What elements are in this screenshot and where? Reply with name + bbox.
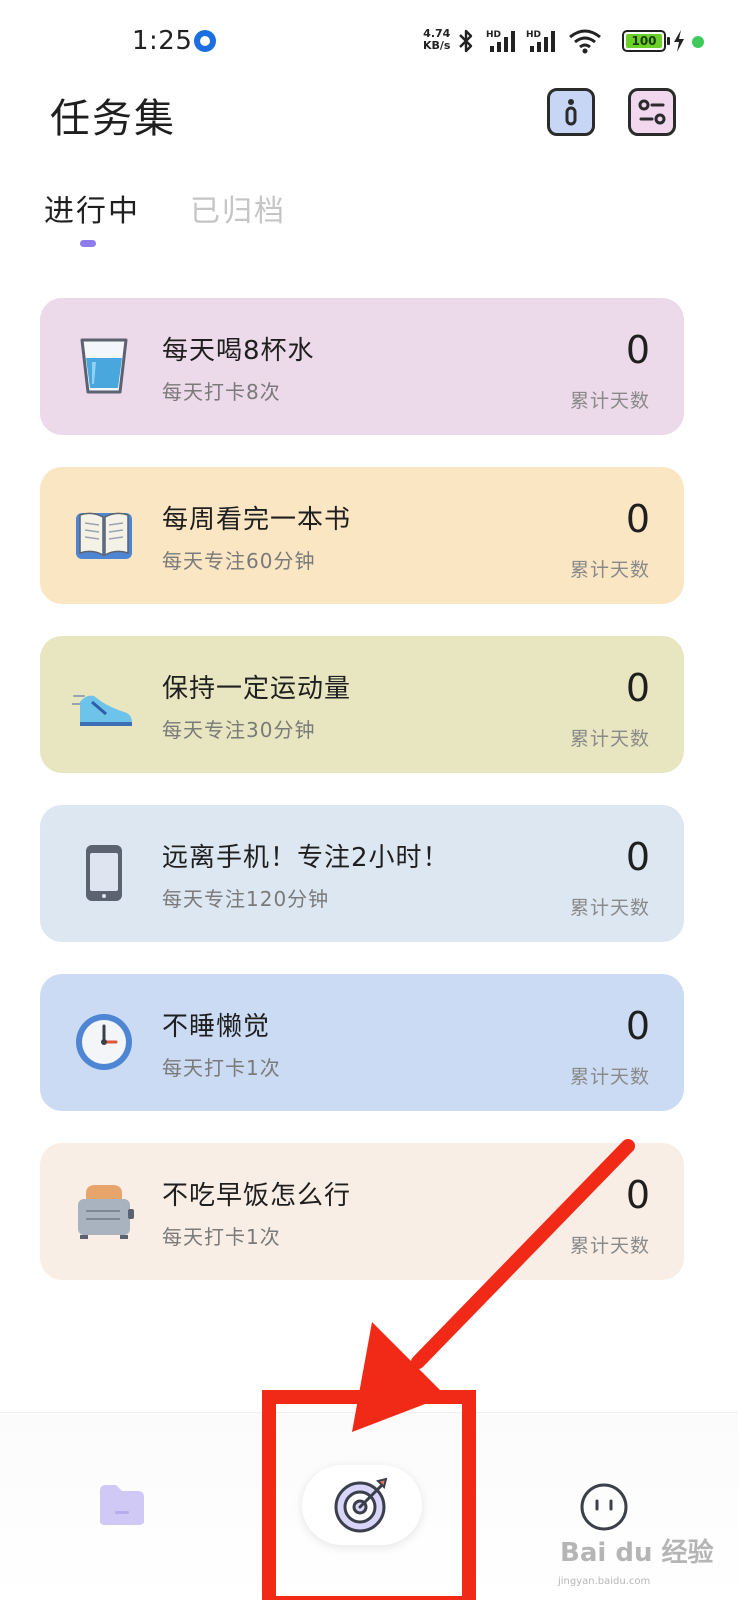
water-glass-icon [80, 338, 128, 394]
tab-archived[interactable]: 已归档 [190, 186, 286, 230]
task-card[interactable]: 不睡懒觉 每天打卡1次 0 累计天数 [40, 974, 684, 1111]
task-name: 每周看完一本书 [162, 505, 352, 535]
task-count-label: 累计天数 [569, 728, 650, 750]
task-count: 0 [625, 1173, 650, 1217]
task-subtitle: 每天专注120分钟 [162, 887, 330, 911]
task-count: 0 [625, 1004, 650, 1048]
phone-icon [86, 845, 122, 901]
task-card[interactable]: 保持一定运动量 每天专注30分钟 0 累计天数 [40, 636, 684, 773]
task-list: 每天喝8杯水 每天打卡8次 0 累计天数 每周看完一本书 每天专注60分钟 0 … [40, 298, 684, 1312]
battery-icon: 100 [622, 30, 670, 52]
signal-2-icon: HD [526, 30, 555, 52]
task-name: 不吃早饭怎么行 [162, 1181, 352, 1211]
task-count-label: 累计天数 [569, 559, 650, 581]
info-button[interactable] [547, 88, 595, 136]
task-name: 远离手机！专注2小时！ [162, 843, 450, 873]
bluetooth-icon [459, 29, 473, 53]
app-notification-icon [194, 30, 216, 52]
settings-icon [638, 99, 666, 125]
task-subtitle: 每天专注30分钟 [162, 718, 316, 742]
task-count: 0 [625, 328, 650, 372]
watermark: Bai du 经验 [560, 1538, 714, 1568]
task-card[interactable]: 每天喝8杯水 每天打卡8次 0 累计天数 [40, 298, 684, 435]
toaster-icon [78, 1185, 134, 1239]
watermark-url: jingyan.baidu.com [558, 1576, 651, 1587]
task-count: 0 [625, 497, 650, 541]
signal-1-icon: HD [486, 30, 515, 52]
status-time: 1:25 [132, 26, 193, 56]
task-count: 0 [625, 666, 650, 710]
task-card[interactable]: 不吃早饭怎么行 每天打卡1次 0 累计天数 [40, 1143, 684, 1280]
task-name: 保持一定运动量 [162, 674, 352, 704]
folder-icon[interactable] [98, 1483, 146, 1527]
settings-button[interactable] [628, 88, 676, 136]
network-speed: 4.74 KB/s [423, 28, 450, 52]
task-subtitle: 每天打卡1次 [162, 1225, 281, 1249]
task-subtitle: 每天专注60分钟 [162, 549, 316, 573]
task-count: 0 [625, 835, 650, 879]
face-icon[interactable] [578, 1481, 630, 1533]
task-name: 不睡懒觉 [162, 1012, 271, 1042]
network-speed-unit: KB/s [423, 39, 451, 52]
page-title: 任务集 [50, 96, 176, 142]
task-count-label: 累计天数 [569, 897, 650, 919]
task-subtitle: 每天打卡1次 [162, 1056, 281, 1080]
task-name: 每天喝8杯水 [162, 336, 315, 366]
task-card[interactable]: 远离手机！专注2小时！ 每天专注120分钟 0 累计天数 [40, 805, 684, 942]
signal-2-label: HD [526, 30, 541, 40]
wifi-icon [569, 29, 601, 54]
charging-icon [674, 30, 684, 52]
status-bar: 1:25 4.74 KB/s HD HD 100 [0, 0, 738, 84]
sneaker-icon [72, 695, 132, 726]
task-card[interactable]: 每周看完一本书 每天专注60分钟 0 累计天数 [40, 467, 684, 604]
signal-1-label: HD [486, 30, 501, 40]
battery-level: 100 [626, 34, 662, 48]
tab-in-progress[interactable]: 进行中 [44, 186, 140, 230]
task-count-label: 累计天数 [569, 1235, 650, 1257]
tab-indicator [80, 240, 96, 247]
clock-icon [76, 1014, 132, 1070]
highlight-box [262, 1390, 476, 1600]
task-count-label: 累计天数 [569, 390, 650, 412]
info-icon [565, 99, 577, 126]
task-count-label: 累计天数 [569, 1066, 650, 1088]
task-subtitle: 每天打卡8次 [162, 380, 281, 404]
book-icon [76, 512, 132, 559]
charging-dot [692, 36, 704, 48]
